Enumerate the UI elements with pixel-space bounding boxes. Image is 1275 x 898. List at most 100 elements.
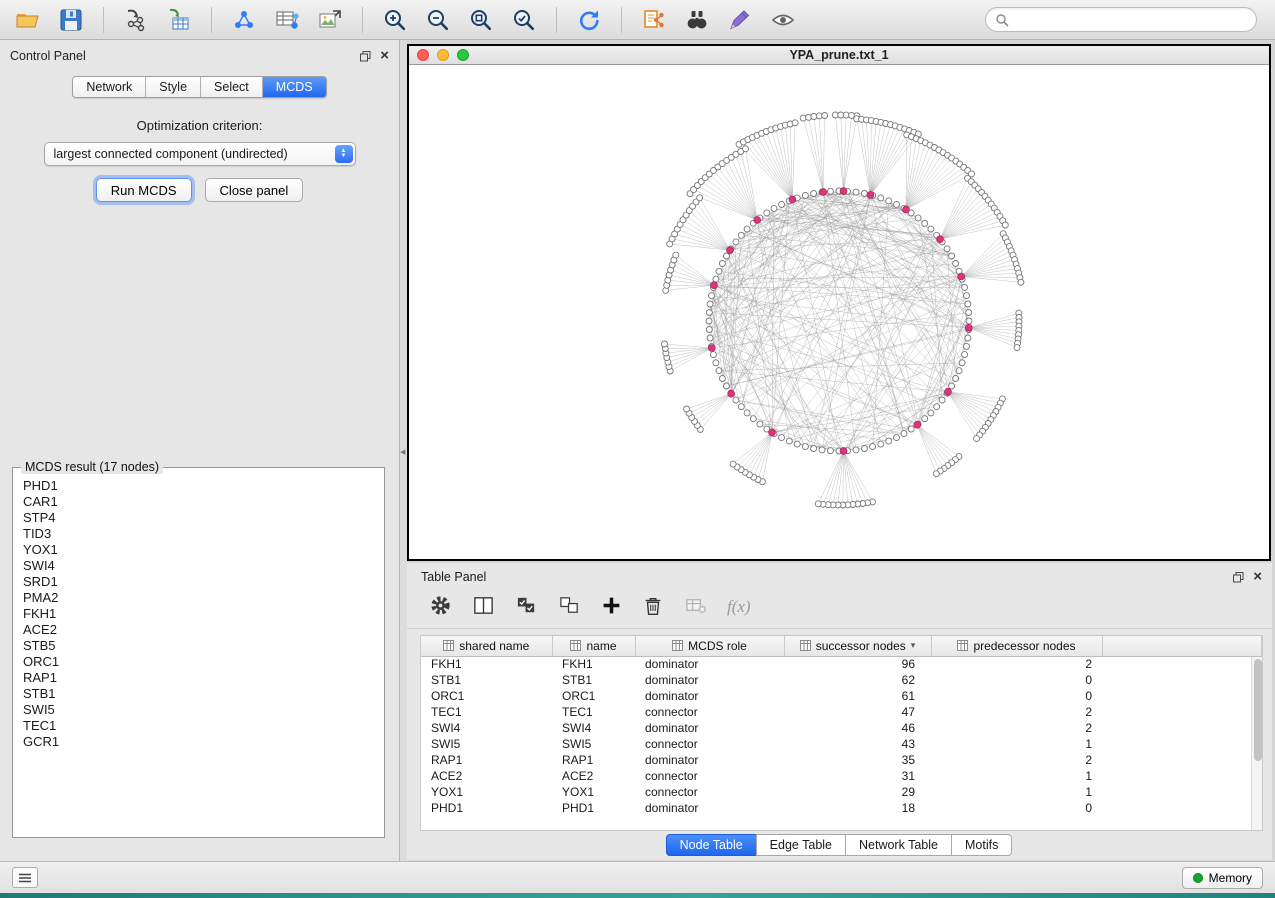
column-header-MCDS-role[interactable]: MCDS role	[635, 636, 784, 656]
mcds-result-item[interactable]: SRD1	[23, 574, 382, 590]
mcds-result-item[interactable]: STB1	[23, 686, 382, 702]
tab-style[interactable]: Style	[146, 77, 201, 97]
table-cell: 18	[784, 800, 931, 816]
mcds-result-item[interactable]: GCR1	[23, 734, 382, 750]
export-image-button[interactable]	[312, 4, 348, 36]
table-scrollbar[interactable]	[1251, 657, 1262, 830]
mcds-result-item[interactable]: TID3	[23, 526, 382, 542]
mcds-result-item[interactable]: SWI4	[23, 558, 382, 574]
mcds-result-item[interactable]: SWI5	[23, 702, 382, 718]
table-row[interactable]: ACE2ACE2connector311	[421, 768, 1262, 784]
table-row[interactable]: RAP1RAP1dominator352	[421, 752, 1262, 768]
table-cell: connector	[635, 704, 784, 720]
tab-mcds[interactable]: MCDS	[263, 77, 326, 97]
column-grid-icon	[672, 640, 683, 651]
zoom-in-button[interactable]	[377, 4, 413, 36]
scrollbar-thumb[interactable]	[1254, 659, 1262, 761]
table-cell: ACE2	[552, 768, 635, 784]
delete-column-button[interactable]	[642, 595, 664, 620]
copy-document-button[interactable]	[636, 4, 672, 36]
new-network-table-button[interactable]	[269, 4, 305, 36]
table-row[interactable]: ORC1ORC1dominator610	[421, 688, 1262, 704]
mcds-result-item[interactable]: STP4	[23, 510, 382, 526]
tab-select[interactable]: Select	[201, 77, 263, 97]
mcds-result-item[interactable]: TEC1	[23, 718, 382, 734]
mcds-result-item[interactable]: ORC1	[23, 654, 382, 670]
table-settings-button[interactable]	[429, 594, 452, 620]
column-grid-icon	[957, 640, 968, 651]
tab-edge-table[interactable]: Edge Table	[756, 834, 846, 856]
mcds-result-item[interactable]: PMA2	[23, 590, 382, 606]
mcds-result-list[interactable]: PHD1CAR1STP4TID3YOX1SWI4SRD1PMA2FKH1ACE2…	[23, 478, 382, 835]
mcds-result-item[interactable]: RAP1	[23, 670, 382, 686]
tab-network[interactable]: Network	[73, 77, 146, 97]
panel-splitter[interactable]: ◀	[400, 40, 407, 862]
table-row[interactable]: SWI4SWI4dominator462	[421, 720, 1262, 736]
tab-network-table[interactable]: Network Table	[845, 834, 952, 856]
visual-style-button[interactable]	[722, 4, 758, 36]
table-row[interactable]: STB1STB1dominator620	[421, 672, 1262, 688]
table-cell: dominator	[635, 688, 784, 704]
column-header-name[interactable]: name	[552, 636, 635, 656]
unselect-all-columns-button[interactable]	[558, 594, 581, 620]
column-header-successor-nodes[interactable]: successor nodes▾	[784, 636, 931, 656]
column-header-predecessor-nodes[interactable]: predecessor nodes	[931, 636, 1102, 656]
table-cell: 1	[931, 784, 1102, 800]
hamburger-icon	[18, 873, 32, 883]
close-panel-icon[interactable]: ×	[1253, 572, 1262, 582]
checked-boxes-icon	[515, 594, 538, 617]
zoom-fit-icon	[468, 7, 494, 33]
column-header-shared-name[interactable]: shared name	[421, 636, 552, 656]
sort-caret-icon[interactable]: ▾	[911, 640, 916, 651]
search-input[interactable]	[1014, 13, 1247, 27]
table-cell-filler	[1102, 688, 1262, 704]
table-row[interactable]: SWI5SWI5connector431	[421, 736, 1262, 752]
mcds-result-item[interactable]: STB5	[23, 638, 382, 654]
network-graph[interactable]	[409, 65, 1269, 557]
table-cell: dominator	[635, 720, 784, 736]
zoom-selected-button[interactable]	[506, 4, 542, 36]
table-row[interactable]: TEC1TEC1connector472	[421, 704, 1262, 720]
close-panel-button[interactable]: Close panel	[205, 178, 304, 202]
float-panel-icon[interactable]	[360, 51, 371, 62]
mcds-result-item[interactable]: YOX1	[23, 542, 382, 558]
criterion-dropdown[interactable]: largest connected component (undirected)…	[44, 142, 356, 166]
table-cell-filler	[1102, 752, 1262, 768]
table-cell: 2	[931, 656, 1102, 672]
save-session-button[interactable]	[53, 4, 89, 36]
table-cell: SWI4	[421, 720, 552, 736]
new-network-button[interactable]	[226, 4, 262, 36]
search-box[interactable]	[985, 7, 1257, 32]
refresh-view-button[interactable]	[571, 4, 607, 36]
panel-menu-button[interactable]	[12, 867, 38, 888]
memory-status-dot	[1193, 873, 1203, 883]
float-panel-icon[interactable]	[1233, 572, 1244, 583]
mcds-result-item[interactable]: FKH1	[23, 606, 382, 622]
zoom-out-button[interactable]	[420, 4, 456, 36]
search-network-button[interactable]	[679, 4, 715, 36]
tab-node-table[interactable]: Node Table	[666, 834, 757, 856]
mcds-result-item[interactable]: CAR1	[23, 494, 382, 510]
table-row[interactable]: PHD1PHD1dominator180	[421, 800, 1262, 816]
run-mcds-button[interactable]: Run MCDS	[96, 178, 192, 202]
save-icon	[58, 7, 84, 33]
show-columns-button[interactable]	[472, 594, 495, 620]
create-column-button[interactable]	[601, 595, 622, 619]
mcds-result-item[interactable]: ACE2	[23, 622, 382, 638]
open-file-button[interactable]	[10, 4, 46, 36]
memory-button[interactable]: Memory	[1182, 867, 1263, 889]
search-icon	[995, 13, 1009, 27]
tab-motifs[interactable]: Motifs	[951, 834, 1012, 856]
close-panel-icon[interactable]: ×	[380, 51, 389, 61]
table-cell: 1	[931, 768, 1102, 784]
import-table-button[interactable]	[161, 4, 197, 36]
table-row[interactable]: YOX1YOX1connector291	[421, 784, 1262, 800]
show-graphics-details-button[interactable]	[765, 4, 801, 36]
network-window-titlebar[interactable]: YPA_prune.txt_1	[409, 46, 1269, 65]
import-network-button[interactable]	[118, 4, 154, 36]
splitter-collapse-icon[interactable]: ◀	[400, 448, 405, 456]
select-all-columns-button[interactable]	[515, 594, 538, 620]
table-row[interactable]: FKH1FKH1dominator962	[421, 656, 1262, 672]
mcds-result-item[interactable]: PHD1	[23, 478, 382, 494]
zoom-fit-button[interactable]	[463, 4, 499, 36]
